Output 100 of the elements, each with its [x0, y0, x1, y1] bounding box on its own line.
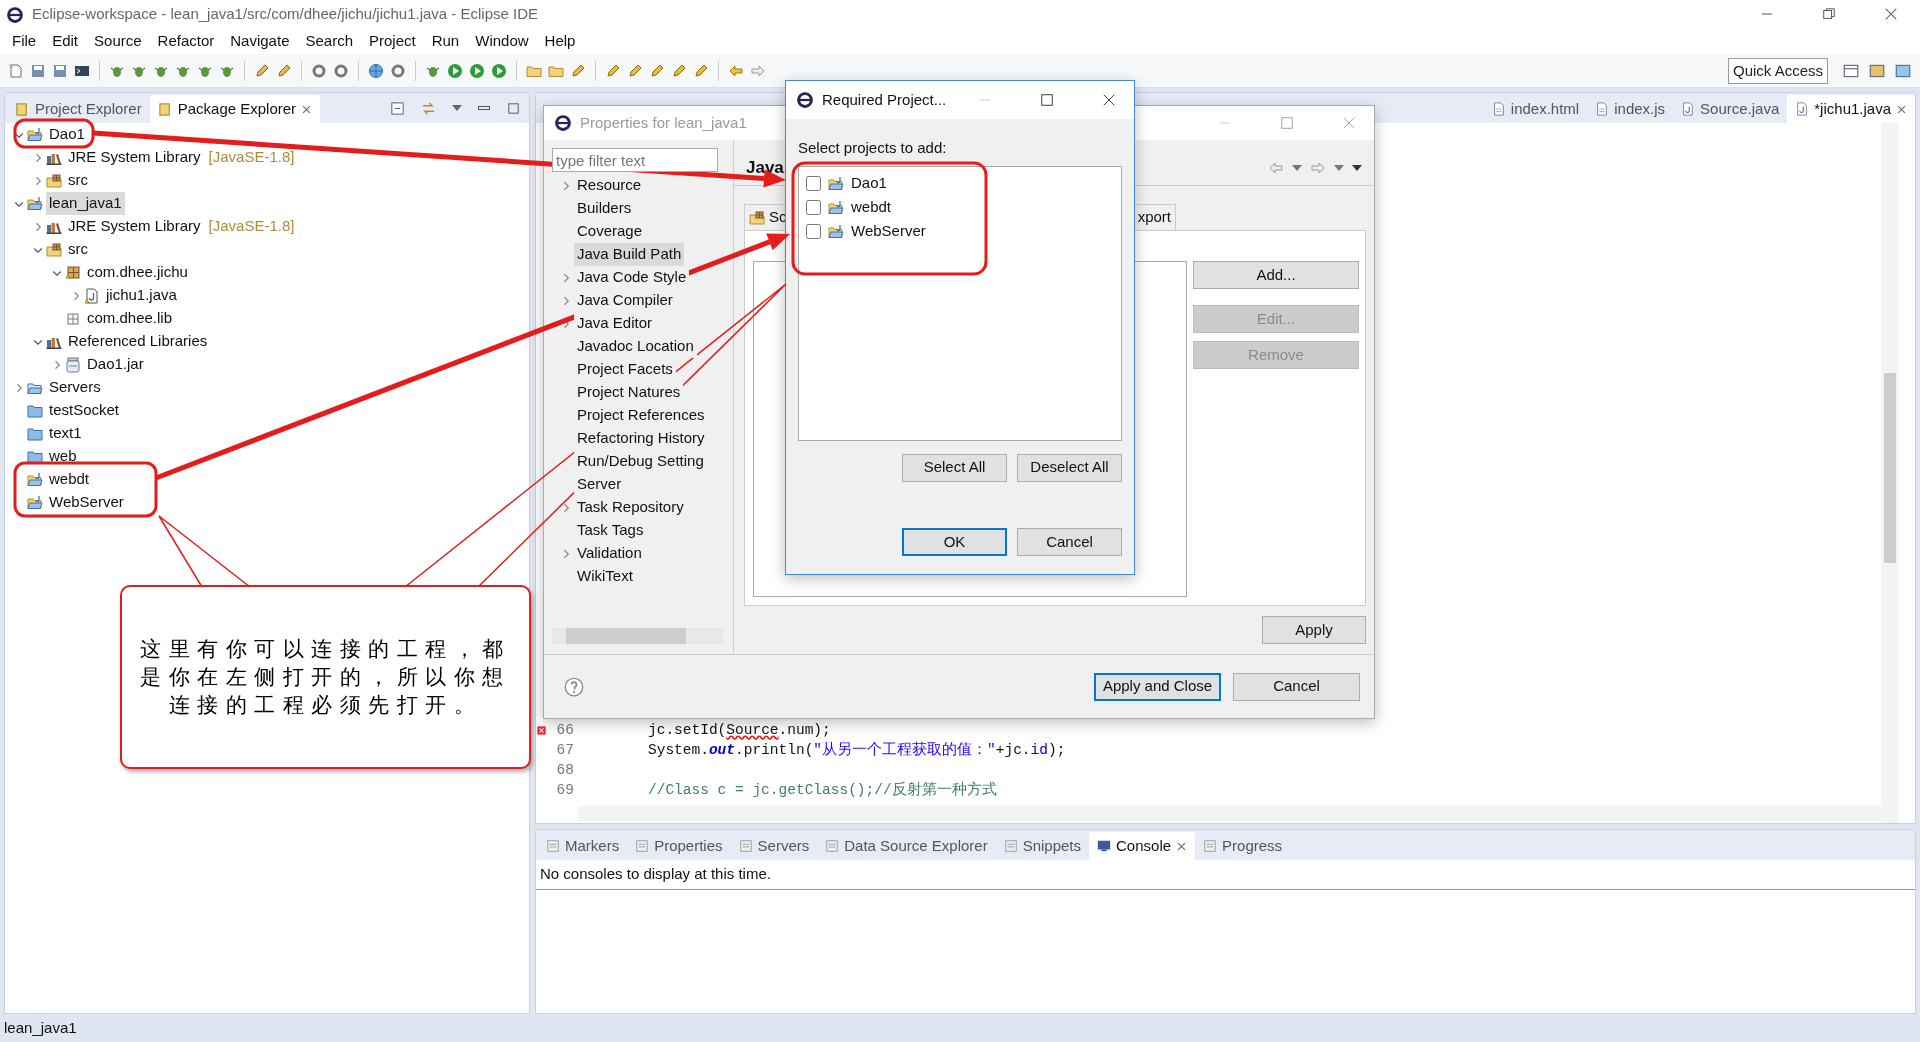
tree-item[interactable]: com.dhee.lib	[84, 307, 176, 330]
tab[interactable]: *jichu1.java	[1787, 95, 1915, 123]
line-number: 66	[555, 721, 574, 740]
view-icon	[546, 839, 560, 853]
apply-button[interactable]: Apply	[1262, 616, 1366, 644]
tree-item[interactable]: Dao1	[46, 123, 88, 146]
menu-item[interactable]: Window	[467, 29, 537, 53]
menu-item[interactable]: Search	[297, 29, 361, 53]
tree-item[interactable]: Dao1.jar	[84, 353, 147, 376]
pencil-icon	[671, 62, 687, 79]
tree-item[interactable]: JRE System Library	[65, 215, 204, 238]
help-icon	[564, 676, 584, 697]
tab[interactable]: Source.java	[1673, 95, 1788, 123]
tree-item[interactable]: webdt	[46, 468, 93, 491]
tab[interactable]: Package Explorer	[149, 95, 321, 123]
dialog-title: Required Project...	[822, 89, 947, 110]
menu-item[interactable]: Source	[86, 29, 150, 53]
close-icon	[1176, 840, 1188, 852]
checkbox[interactable]	[806, 224, 821, 239]
menu-item[interactable]: Project	[361, 29, 424, 53]
tree-item[interactable]: src	[65, 238, 91, 261]
menu-item[interactable]: Refactor	[149, 29, 223, 53]
tab[interactable]: Properties	[627, 832, 731, 860]
menu-item[interactable]: Edit	[44, 29, 87, 53]
maximize-icon	[1040, 93, 1054, 107]
menu-item[interactable]: File	[4, 29, 45, 53]
scroll-thumb[interactable]	[566, 628, 686, 644]
scroll-thumb[interactable]	[1884, 373, 1896, 563]
select-button[interactable]: Select All	[902, 453, 1007, 482]
project-folder-icon	[27, 126, 43, 143]
tab[interactable]: Servers	[730, 832, 818, 860]
tab[interactable]: Project Explorer	[7, 95, 150, 123]
tab[interactable]: Markers	[538, 832, 628, 860]
dialog-button[interactable]: Apply and Close	[1094, 672, 1221, 701]
tree-item[interactable]: WebServer	[46, 491, 127, 514]
line-number: 69	[555, 781, 574, 800]
library-version: [JavaSE-1.8]	[208, 147, 295, 168]
minimize-icon	[478, 106, 490, 110]
tree-item[interactable]: Referenced Libraries	[65, 330, 211, 353]
filter-field[interactable]: type filter text	[552, 148, 718, 172]
folder-icon	[27, 402, 43, 419]
action-button[interactable]: Add...	[1193, 261, 1359, 289]
close-icon	[1342, 116, 1356, 130]
menu-item[interactable]: Help	[536, 29, 584, 53]
tree-item[interactable]: com.dhee.jichu	[84, 261, 191, 284]
settings-page-item[interactable]: Refactoring History	[574, 427, 708, 450]
select-button[interactable]: Deselect All	[1017, 453, 1122, 482]
pencil-icon	[605, 62, 621, 79]
tree-item[interactable]: web	[46, 445, 80, 468]
status-text: lean_java1	[4, 1017, 77, 1038]
dialog-button[interactable]: Cancel	[1017, 528, 1122, 556]
settings-page-item[interactable]: Java Compiler	[574, 289, 676, 312]
project-name: WebServer	[851, 221, 926, 242]
quick-access-field[interactable]: Quick Access	[1728, 57, 1828, 84]
settings-page-item[interactable]: Java Build Path	[574, 243, 685, 266]
tree-item[interactable]: JRE System Library	[65, 146, 204, 169]
tab[interactable]: Console	[1089, 832, 1196, 860]
library-version: [JavaSE-1.8]	[208, 216, 295, 237]
run-icon	[447, 62, 463, 79]
tab[interactable]: xport	[1132, 204, 1176, 230]
menu-item[interactable]: Run	[423, 29, 468, 53]
horizontal-scrollbar[interactable]	[578, 806, 1881, 822]
tree-item[interactable]: Servers	[46, 376, 104, 399]
code-line: System.out.println("从另一个工程获取的值："+jc.id);	[647, 740, 1066, 760]
run-icon	[469, 62, 485, 79]
horizontal-scrollbar[interactable]	[552, 628, 723, 644]
tree-item[interactable]: lean_java1	[46, 192, 125, 215]
tab[interactable]: index.js	[1587, 95, 1674, 123]
app-icon	[796, 91, 814, 109]
pencil-icon	[254, 62, 270, 79]
java-file-icon	[1795, 102, 1810, 116]
dialog-title: Properties for lean_java1	[580, 112, 747, 133]
folder-icon	[27, 448, 43, 465]
menu-item[interactable]: Navigate	[222, 29, 298, 53]
tree-item[interactable]: src	[65, 169, 91, 192]
tree-item[interactable]: testSocket	[46, 399, 123, 422]
package-icon	[65, 264, 81, 281]
tree-item[interactable]: jichu1.java	[103, 284, 180, 307]
tab[interactable]: Progress	[1195, 832, 1291, 860]
tab[interactable]: Data Source Explorer	[817, 832, 996, 860]
view-icon	[635, 839, 650, 853]
tree-item[interactable]: text1	[46, 422, 85, 445]
java-file-icon	[84, 287, 100, 304]
vertical-scrollbar[interactable]	[1881, 123, 1899, 823]
console-message: No consoles to display at this time.	[536, 860, 1915, 890]
run-icon	[491, 62, 507, 79]
dialog-button[interactable]: Cancel	[1233, 672, 1360, 701]
tab[interactable]: index.html	[1483, 95, 1588, 123]
view-menu-icon	[1352, 164, 1362, 171]
close-icon	[1884, 7, 1898, 21]
dialog-button[interactable]: OK	[902, 528, 1007, 556]
line-number: 68	[555, 761, 574, 780]
line-number: 67	[555, 741, 574, 760]
checkbox[interactable]	[806, 200, 821, 215]
checkbox[interactable]	[806, 176, 821, 191]
pencil-icon	[276, 62, 292, 79]
view-icon	[825, 839, 840, 853]
app-icon	[6, 5, 24, 24]
tab[interactable]: Snippets	[995, 832, 1089, 860]
maximize-icon	[506, 100, 521, 116]
